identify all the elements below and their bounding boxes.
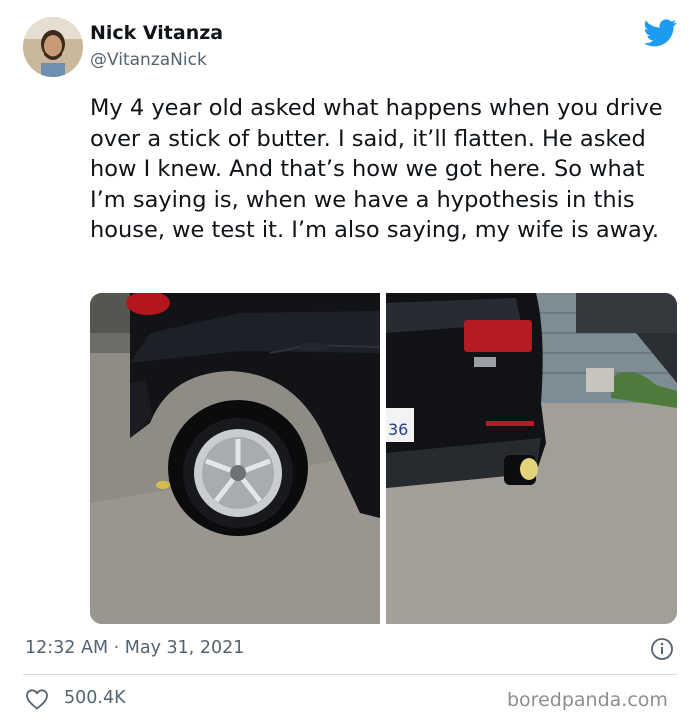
license-plate: 36 xyxy=(388,420,408,439)
like-count: 500.4K xyxy=(64,688,126,708)
author-handle[interactable]: @VitanzaNick xyxy=(90,50,207,70)
watermark: boredpanda.com xyxy=(507,689,668,711)
avatar[interactable] xyxy=(23,17,83,77)
tweet-timestamp[interactable]: 12:32 AM · May 31, 2021 xyxy=(25,638,244,658)
divider xyxy=(23,674,677,675)
photo-car-rear[interactable]: 36 xyxy=(386,293,677,624)
twitter-bird-icon xyxy=(644,19,677,47)
heart-icon[interactable] xyxy=(25,688,49,710)
author-name[interactable]: Nick Vitanza xyxy=(90,22,223,44)
tweet-text: My 4 year old asked what happens when yo… xyxy=(90,95,663,243)
info-icon[interactable] xyxy=(650,637,674,661)
photo-car-wheel[interactable] xyxy=(90,293,380,624)
tweet-card: Nick Vitanza @VitanzaNick My 4 year old … xyxy=(0,0,700,726)
